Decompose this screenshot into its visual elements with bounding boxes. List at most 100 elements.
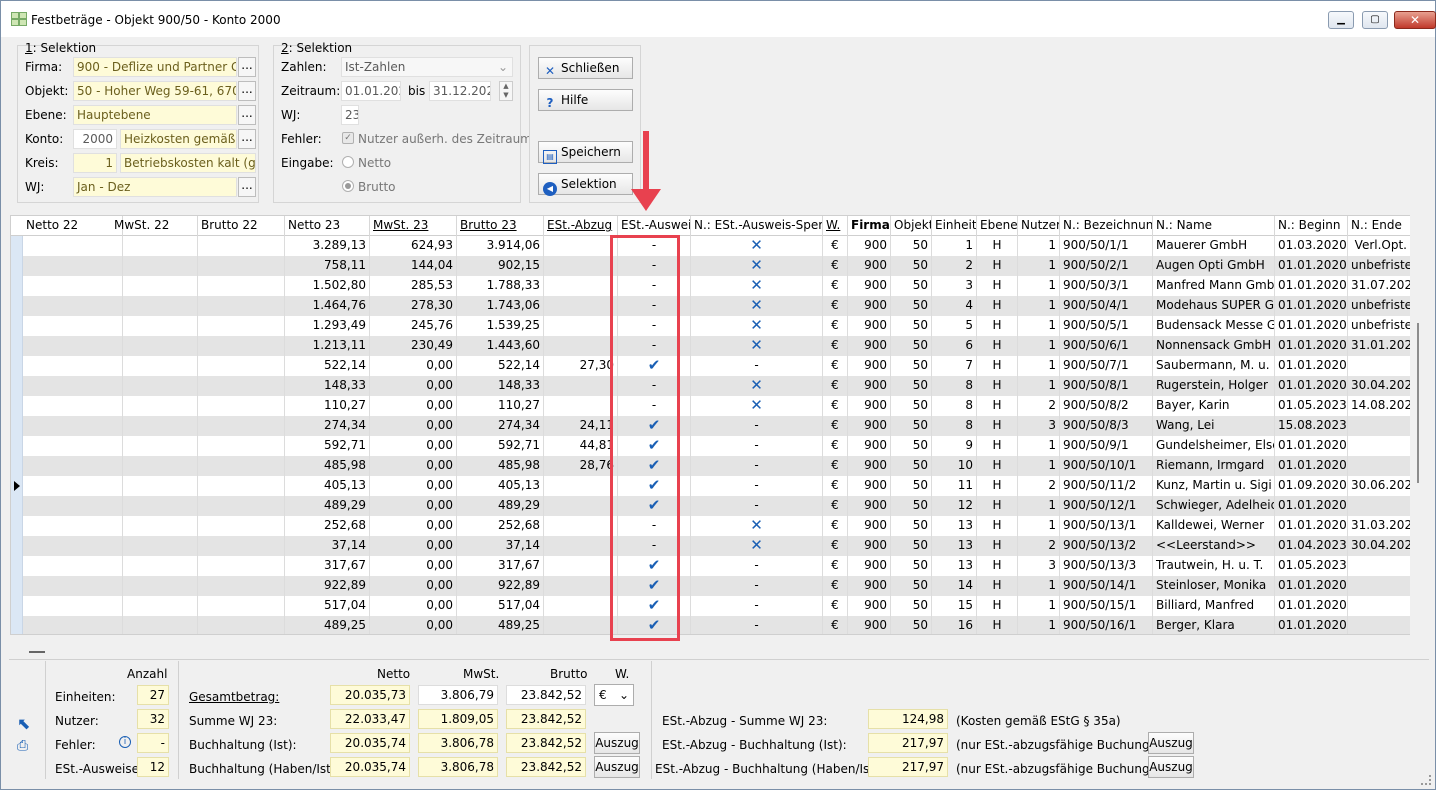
cell-firma[interactable]: 900	[848, 556, 891, 576]
cell-nutzer[interactable]: 2	[1018, 476, 1060, 496]
cell-firma[interactable]: 900	[848, 256, 891, 276]
cell-beginn[interactable]: 01.01.2020	[1275, 436, 1348, 456]
cell-mwst22[interactable]	[111, 296, 198, 316]
row-selector[interactable]	[11, 296, 23, 316]
cell-netto23[interactable]: 485,98	[285, 456, 370, 476]
cell-mwst22[interactable]	[111, 276, 198, 296]
cell-waehrung[interactable]: €	[823, 536, 848, 556]
cell-est-ausweis-sperre[interactable]: -	[691, 496, 823, 516]
wj2-field[interactable]: 23	[341, 105, 359, 125]
cell-nutzer[interactable]: 1	[1018, 376, 1060, 396]
cell-beginn[interactable]: 01.01.2020	[1275, 316, 1348, 336]
firma-browse-button[interactable]: ...	[238, 57, 256, 77]
cell-mwst23[interactable]: 0,00	[370, 416, 457, 436]
column-header-brutto23[interactable]: Brutto 23	[457, 216, 544, 236]
cell-ebene[interactable]: H	[977, 336, 1018, 356]
cell-ende[interactable]	[1348, 416, 1411, 436]
cell-bezeichnung[interactable]: 900/50/6/1	[1060, 336, 1153, 356]
row-selector[interactable]	[11, 476, 23, 496]
firma-field[interactable]: 900 - Deflize und Partner Gmb	[73, 57, 237, 77]
row-selector[interactable]	[11, 416, 23, 436]
cell-firma[interactable]: 900	[848, 376, 891, 396]
cell-objekt[interactable]: 50	[891, 596, 932, 616]
cell-einheit[interactable]: 8	[932, 376, 977, 396]
cell-brutto23[interactable]: 1.539,25	[457, 316, 544, 336]
table-row[interactable]: 3.289,13 624,93 3.914,06- ✕ €900 50 1 H 1 900/50/…	[11, 236, 1411, 256]
cell-mwst22[interactable]	[111, 376, 198, 396]
cell-ebene[interactable]: H	[977, 556, 1018, 576]
cell-name[interactable]: Bayer, Karin	[1153, 396, 1275, 416]
cell-est-abzug[interactable]	[544, 296, 618, 316]
cell-mwst22[interactable]	[111, 356, 198, 376]
est-sperre-cell[interactable]: ✕	[691, 396, 823, 416]
cell-ende[interactable]: 14.08.2023	[1348, 396, 1411, 416]
cell-netto23[interactable]: 1.502,80	[285, 276, 370, 296]
cell-waehrung[interactable]: €	[823, 616, 848, 634]
cell-ebene[interactable]: H	[977, 436, 1018, 456]
print-icon[interactable]: ⎙	[17, 738, 28, 754]
column-header-name[interactable]: N.: Name	[1153, 216, 1275, 236]
currency-select[interactable]: € ⌄	[594, 684, 634, 706]
cell-einheit[interactable]: 12	[932, 496, 977, 516]
ebene-field[interactable]: Hauptebene	[73, 105, 237, 125]
cell-firma[interactable]: 900	[848, 236, 891, 256]
cell-ebene[interactable]: H	[977, 476, 1018, 496]
cell-est-ausweis-sperre[interactable]: -	[691, 616, 823, 634]
cell-name[interactable]: Wang, Lei	[1153, 416, 1275, 436]
cell-netto23[interactable]: 37,14	[285, 536, 370, 556]
cell-objekt[interactable]: 50	[891, 296, 932, 316]
cell-netto22[interactable]	[23, 356, 123, 376]
cell-mwst23[interactable]: 0,00	[370, 576, 457, 596]
cell-est-ausweis-sperre[interactable]: -	[691, 456, 823, 476]
cell-brutto23[interactable]: 317,67	[457, 556, 544, 576]
cell-name[interactable]: Kunz, Martin u. Sigi	[1153, 476, 1275, 496]
cell-est-abzug[interactable]	[544, 616, 618, 634]
cell-waehrung[interactable]: €	[823, 416, 848, 436]
cell-firma[interactable]: 900	[848, 416, 891, 436]
cell-nutzer[interactable]: 1	[1018, 496, 1060, 516]
cell-netto23[interactable]: 110,27	[285, 396, 370, 416]
cell-name[interactable]: Berger, Klara	[1153, 616, 1275, 634]
cell-nutzer[interactable]: 1	[1018, 276, 1060, 296]
cell-firma[interactable]: 900	[848, 396, 891, 416]
cell-brutto22[interactable]	[198, 336, 285, 356]
cell-einheit[interactable]: 13	[932, 516, 977, 536]
cell-firma[interactable]: 900	[848, 596, 891, 616]
cell-name[interactable]: Riemann, Irmgard	[1153, 456, 1275, 476]
cell-objekt[interactable]: 50	[891, 516, 932, 536]
row-selector[interactable]	[11, 236, 23, 256]
cell-beginn[interactable]: 01.09.2020	[1275, 476, 1348, 496]
cursor-icon[interactable]: ⬉	[17, 714, 30, 733]
info-icon[interactable]: i	[119, 736, 131, 748]
resize-grip[interactable]	[1421, 775, 1431, 785]
table-row[interactable]: 110,27 0,00 110,27- ✕ €900 50 8 H 2 900/50/8/2 Bay…	[11, 396, 1411, 416]
row-selector[interactable]	[11, 436, 23, 456]
cell-mwst22[interactable]	[111, 496, 198, 516]
cell-waehrung[interactable]: €	[823, 476, 848, 496]
cell-mwst23[interactable]: 0,00	[370, 456, 457, 476]
cell-waehrung[interactable]: €	[823, 436, 848, 456]
cell-bezeichnung[interactable]: 900/50/10/1	[1060, 456, 1153, 476]
cell-nutzer[interactable]: 2	[1018, 536, 1060, 556]
cell-mwst23[interactable]: 0,00	[370, 616, 457, 634]
wj-browse-button[interactable]: ...	[238, 177, 256, 197]
cell-brutto23[interactable]: 902,15	[457, 256, 544, 276]
row-selector[interactable]	[11, 396, 23, 416]
cell-mwst22[interactable]	[111, 336, 198, 356]
table-row[interactable]: 405,13 0,00 405,13 ✔ - €900 50 11 H 2 900/50/11/2 K…	[11, 476, 1411, 496]
zeitraum-spinner[interactable]: ▲ ▼	[499, 81, 513, 101]
table-row[interactable]: 517,04 0,00 517,04 ✔ - €900 50 15 H 1 900/50/15/1 B…	[11, 596, 1411, 616]
cell-brutto23[interactable]: 252,68	[457, 516, 544, 536]
auszug-haben-button[interactable]: Auszug	[594, 756, 640, 778]
cell-nutzer[interactable]: 3	[1018, 416, 1060, 436]
cell-est-abzug[interactable]: 28,76	[544, 456, 618, 476]
cell-mwst22[interactable]	[111, 396, 198, 416]
konto-field[interactable]: Heizkosten gemäß Fi	[120, 129, 237, 149]
column-header-bezeichnung[interactable]: N.: Bezeichnung	[1060, 216, 1153, 236]
cell-mwst23[interactable]: 0,00	[370, 496, 457, 516]
cell-est-abzug[interactable]	[544, 256, 618, 276]
close-window-button[interactable]: ✕	[1394, 11, 1436, 29]
cell-ebene[interactable]: H	[977, 396, 1018, 416]
cell-name[interactable]: Schwieger, Adelheid	[1153, 496, 1275, 516]
cell-beginn[interactable]: 01.01.2020	[1275, 276, 1348, 296]
